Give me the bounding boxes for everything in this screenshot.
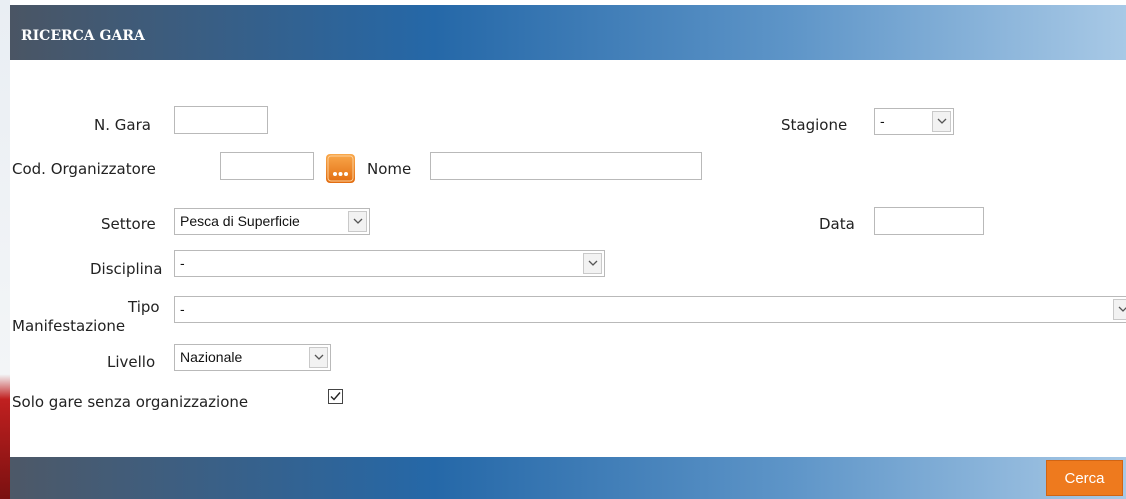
stagione-value: -: [880, 113, 885, 129]
ellipsis-lookup-icon[interactable]: [326, 154, 355, 183]
nome-input[interactable]: [430, 152, 702, 180]
cod-organizzatore-input[interactable]: [220, 152, 314, 180]
livello-value: Nazionale: [180, 349, 243, 365]
search-panel: RICERCA GARA N. Gara Stagione - Cod. Org…: [10, 5, 1126, 499]
data-label: Data: [819, 215, 855, 233]
settore-value: Pesca di Superficie: [180, 213, 300, 229]
chevron-down-icon: [348, 211, 367, 232]
nome-label: Nome: [367, 160, 412, 178]
disciplina-label: Disciplina: [90, 260, 163, 278]
livello-select[interactable]: Nazionale: [174, 344, 331, 371]
n-gara-input[interactable]: [174, 106, 268, 134]
solo-gare-checkbox[interactable]: [328, 389, 343, 408]
tipo-manifestazione-value: -: [180, 301, 185, 317]
chevron-down-icon: [932, 111, 951, 132]
tipo-label-line2: Manifestazione: [12, 317, 126, 335]
disciplina-select[interactable]: -: [174, 250, 605, 277]
chevron-down-icon: [1113, 299, 1126, 320]
tipo-label-line1: Tipo: [128, 298, 160, 316]
stagione-label: Stagione: [781, 116, 848, 134]
solo-gare-label: Solo gare senza organizzazione: [12, 393, 249, 411]
cerca-button[interactable]: Cerca: [1046, 460, 1123, 496]
background-edge: [0, 0, 10, 499]
settore-label: Settore: [101, 215, 156, 233]
tipo-manifestazione-select[interactable]: -: [174, 296, 1126, 323]
chevron-down-icon: [309, 347, 328, 368]
livello-label: Livello: [107, 353, 156, 371]
panel-header: RICERCA GARA: [10, 5, 1126, 60]
panel-footer: Cerca: [10, 457, 1126, 499]
n-gara-label: N. Gara: [94, 116, 151, 134]
stagione-select[interactable]: -: [874, 108, 954, 135]
data-input[interactable]: [874, 207, 984, 235]
settore-select[interactable]: Pesca di Superficie: [174, 208, 370, 235]
cod-organizzatore-label: Cod. Organizzatore: [12, 160, 156, 178]
chevron-down-icon: [583, 253, 602, 274]
panel-title: RICERCA GARA: [21, 28, 145, 44]
disciplina-value: -: [180, 255, 185, 271]
